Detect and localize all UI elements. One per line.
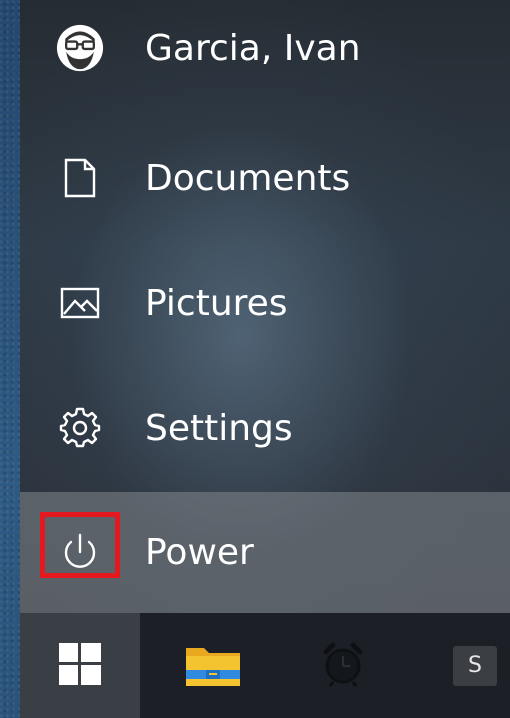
s-app-icon: S xyxy=(453,645,497,686)
avatar-icon xyxy=(56,24,104,72)
pictures-icon xyxy=(56,279,104,327)
start-item-settings-label: Settings xyxy=(145,407,293,449)
start-button[interactable] xyxy=(20,613,140,718)
windows-logo-icon xyxy=(59,642,101,689)
start-item-power[interactable]: Power xyxy=(20,492,510,613)
start-item-documents-label: Documents xyxy=(145,157,351,199)
taskbar: S xyxy=(20,613,510,718)
user-account-item[interactable]: Garcia, Ivan xyxy=(20,0,510,103)
user-name-label: Garcia, Ivan xyxy=(145,27,361,69)
start-item-pictures-label: Pictures xyxy=(145,282,288,324)
taskbar-s-app[interactable]: S xyxy=(430,613,510,718)
start-item-documents[interactable]: Documents xyxy=(20,118,510,238)
document-icon xyxy=(56,154,104,202)
gear-icon xyxy=(56,404,104,452)
start-menu: Garcia, Ivan Documents Pictures Settings… xyxy=(20,0,510,613)
start-item-settings[interactable]: Settings xyxy=(20,368,510,488)
taskbar-alarm-clock[interactable] xyxy=(298,613,388,718)
start-item-power-label: Power xyxy=(145,532,254,573)
alarm-clock-icon xyxy=(321,641,365,691)
taskbar-file-explorer[interactable] xyxy=(168,613,258,718)
start-item-pictures[interactable]: Pictures xyxy=(20,243,510,363)
power-icon xyxy=(56,529,104,577)
file-explorer-icon xyxy=(184,640,242,692)
